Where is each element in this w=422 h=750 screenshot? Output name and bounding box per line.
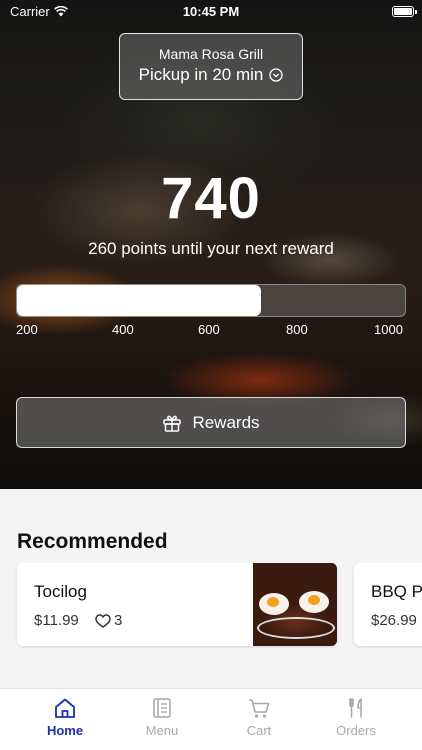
battery-icon xyxy=(392,6,417,17)
tick-label: 200 xyxy=(16,322,38,337)
menu-book-icon xyxy=(153,698,171,718)
gift-icon xyxy=(163,415,182,432)
heart-icon xyxy=(95,613,111,628)
item-name: Tocilog xyxy=(34,582,87,601)
tick-label: 600 xyxy=(198,322,220,337)
item-photo xyxy=(253,563,337,646)
tab-bar: Home Menu Cart Orders xyxy=(0,688,422,750)
tick-label: 800 xyxy=(286,322,308,337)
status-bar: Carrier 10:45 PM xyxy=(0,0,422,24)
item-like-count: 3 xyxy=(114,612,123,629)
status-time: 10:45 PM xyxy=(182,4,240,19)
tick-label: 1000 xyxy=(374,322,403,337)
cart-icon xyxy=(249,699,270,718)
tab-orders[interactable]: Orders xyxy=(308,697,404,738)
tick-label: 400 xyxy=(112,322,134,337)
recommended-item-card[interactable]: BBQ Pr $26.99 xyxy=(354,563,422,646)
item-likes[interactable]: 3 xyxy=(95,612,122,629)
pickup-time-row: Pickup in 20 min xyxy=(120,65,302,85)
recommended-carousel[interactable]: Tocilog $11.99 3 BBQ Pr $26.99 xyxy=(0,563,422,648)
tab-cart[interactable]: Cart xyxy=(211,697,307,738)
tab-label: Cart xyxy=(246,723,272,738)
item-price: $26.99 xyxy=(371,612,417,629)
pickup-time: Pickup in 20 min xyxy=(138,65,264,84)
tab-label: Menu xyxy=(145,723,179,738)
item-price: $11.99 xyxy=(34,612,79,629)
rewards-button-label: Rewards xyxy=(192,412,260,432)
tab-label: Home xyxy=(46,723,84,738)
chevron-down-circle-icon xyxy=(269,68,284,82)
recommended-item-card[interactable]: Tocilog $11.99 3 xyxy=(17,563,337,646)
points-progress-fill xyxy=(17,285,262,316)
points-progress-bar xyxy=(16,284,406,317)
location-selector[interactable]: Mama Rosa Grill Pickup in 20 min xyxy=(119,33,303,100)
points-balance: 740 xyxy=(161,166,261,231)
points-caption: 260 points until your next reward xyxy=(88,239,334,258)
item-name: BBQ Pr xyxy=(371,582,422,601)
tab-label: Orders xyxy=(336,723,376,738)
tab-home[interactable]: Home xyxy=(17,697,113,738)
hero-section: Carrier 10:45 PM Mama Rosa Grill Pickup … xyxy=(0,0,422,489)
recommended-title: Recommended xyxy=(17,530,168,553)
tab-menu[interactable]: Menu xyxy=(114,697,210,738)
rewards-button[interactable]: Rewards xyxy=(16,397,406,448)
home-icon xyxy=(55,698,75,718)
restaurant-name: Mama Rosa Grill xyxy=(158,46,264,62)
fork-knife-icon xyxy=(349,698,362,718)
